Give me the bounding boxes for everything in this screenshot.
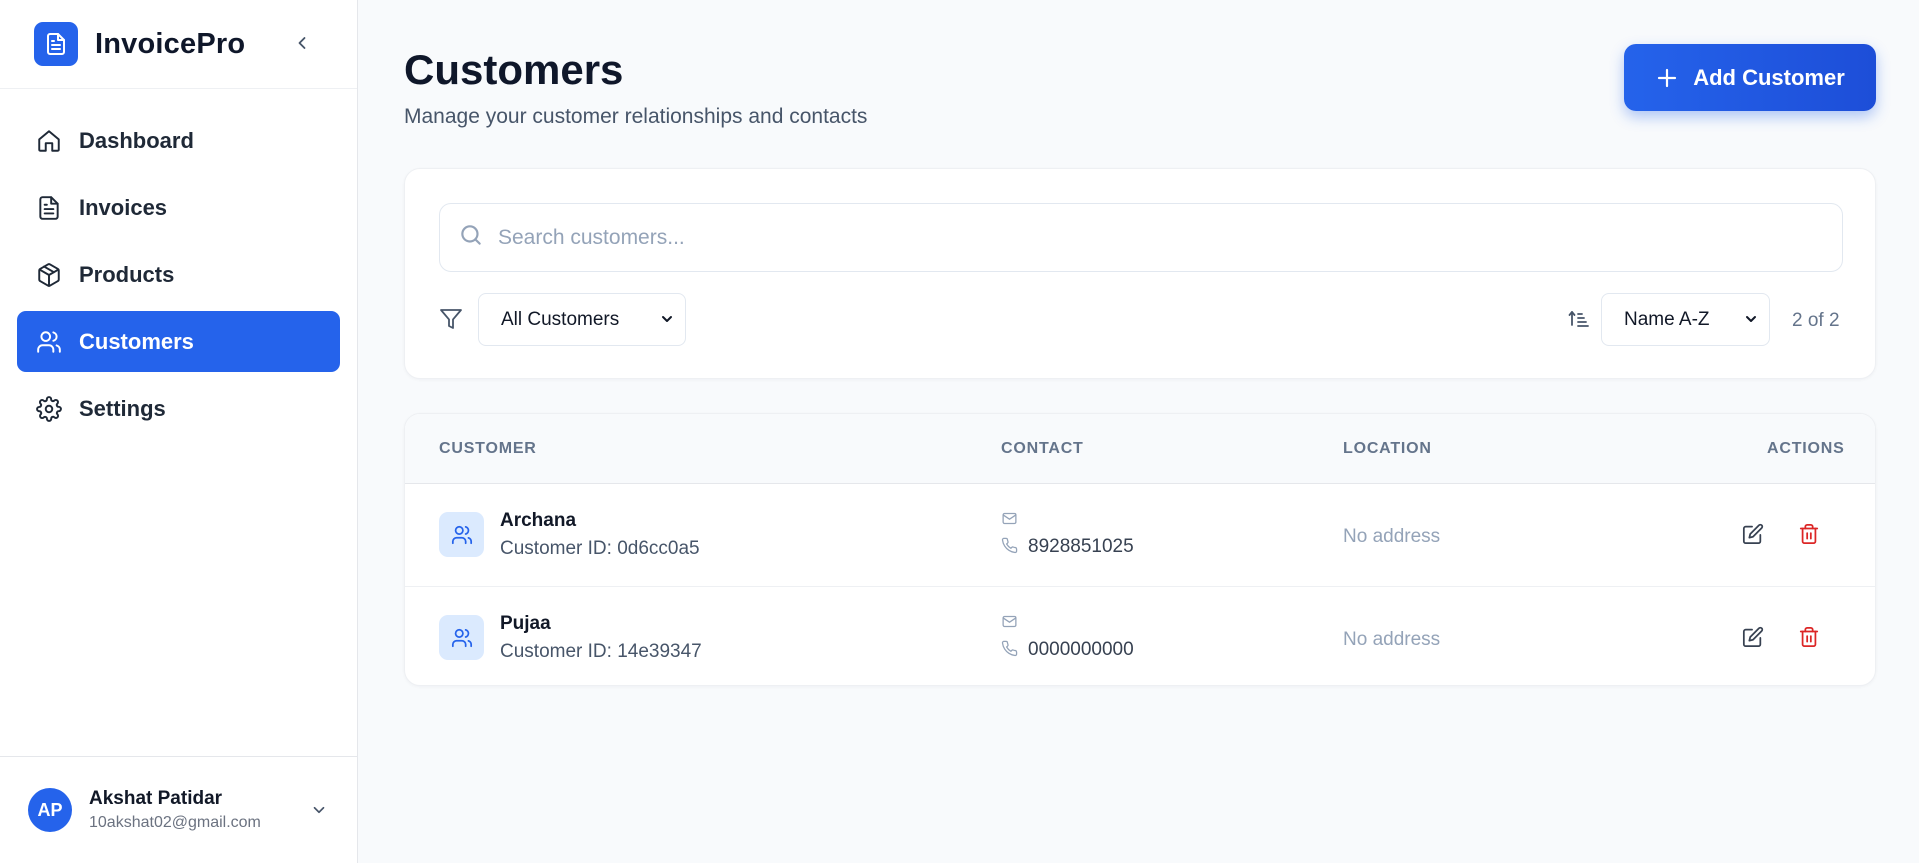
sidebar: InvoicePro Dashboard Invoices Products C…	[0, 0, 358, 863]
package-icon	[35, 261, 63, 289]
column-header-contact: CONTACT	[1001, 440, 1084, 457]
edit-customer-button[interactable]	[1740, 624, 1766, 650]
gear-icon	[35, 395, 63, 423]
delete-customer-button[interactable]	[1796, 624, 1822, 650]
file-text-icon	[35, 194, 63, 222]
chevron-down-icon	[313, 806, 325, 814]
column-header-actions: ACTIONS	[1767, 440, 1845, 457]
user-menu[interactable]: AP Akshat Patidar 10akshat02@gmail.com	[0, 756, 357, 863]
page-subtitle: Manage your customer relationships and c…	[404, 105, 868, 128]
column-header-location: LOCATION	[1343, 440, 1432, 457]
search-input[interactable]	[498, 225, 1798, 250]
mail-icon	[1001, 510, 1018, 532]
user-info: Akshat Patidar 10akshat02@gmail.com	[89, 788, 261, 832]
customer-name: Pujaa	[500, 613, 551, 634]
sort-value: Name A-Z	[1624, 308, 1710, 330]
customer-location: No address	[1343, 526, 1441, 547]
table-header: CUSTOMER CONTACT LOCATION ACTIONS	[405, 414, 1875, 484]
customers-table: CUSTOMER CONTACT LOCATION ACTIONS Archan…	[404, 413, 1876, 686]
chevron-down-icon	[659, 311, 675, 333]
page-title: Customers	[404, 46, 624, 93]
trash-icon	[1799, 523, 1819, 545]
sidebar-item-dashboard[interactable]: Dashboard	[17, 110, 340, 171]
sidebar-item-settings[interactable]: Settings	[17, 378, 340, 439]
user-email: 10akshat02@gmail.com	[89, 814, 261, 831]
customer-name: Archana	[500, 510, 577, 531]
customer-phone: 0000000000	[1028, 639, 1134, 660]
mail-icon	[1001, 613, 1018, 635]
logo-file-icon	[34, 22, 78, 66]
customer-id: Customer ID: 14e39347	[500, 641, 702, 662]
chevron-down-icon	[1743, 311, 1759, 333]
avatar: AP	[28, 788, 72, 832]
customer-users-icon	[439, 512, 484, 557]
sidebar-item-label: Dashboard	[79, 127, 194, 153]
sidebar-item-label: Customers	[79, 328, 194, 354]
filter-icon	[439, 307, 463, 331]
table-row: Archana Customer ID: 0d6cc0a5 8928851025…	[405, 484, 1875, 586]
customer-phone: 8928851025	[1028, 536, 1134, 557]
users-icon	[35, 328, 63, 356]
search-box[interactable]	[439, 203, 1843, 272]
brand: InvoicePro	[0, 0, 357, 89]
result-count: 2 of 2	[1792, 310, 1840, 331]
sidebar-item-label: Invoices	[79, 194, 168, 220]
collapse-sidebar-button[interactable]	[287, 28, 317, 58]
chevron-left-icon	[298, 37, 306, 49]
customer-location: No address	[1343, 629, 1441, 650]
app-name: InvoicePro	[95, 27, 246, 60]
add-customer-button[interactable]: Add Customer	[1624, 44, 1876, 111]
edit-customer-button[interactable]	[1740, 521, 1766, 547]
customer-id: Customer ID: 0d6cc0a5	[500, 538, 700, 559]
sidebar-item-label: Settings	[79, 395, 166, 421]
sort-select[interactable]: Name A-Z	[1601, 293, 1770, 346]
sidebar-item-products[interactable]: Products	[17, 244, 340, 305]
add-customer-label: Add Customer	[1693, 64, 1845, 90]
user-name: Akshat Patidar	[89, 788, 223, 809]
sidebar-item-customers[interactable]: Customers	[17, 311, 340, 372]
sidebar-nav: Dashboard Invoices Products Customers Se…	[0, 110, 357, 439]
plus-icon	[1655, 66, 1679, 90]
phone-icon	[1001, 537, 1018, 559]
delete-customer-button[interactable]	[1796, 521, 1822, 547]
phone-icon	[1001, 640, 1018, 662]
customer-type-value: All Customers	[501, 308, 620, 330]
filter-panel: All Customers Name A-Z 2 of 2	[404, 168, 1876, 379]
home-icon	[35, 127, 63, 155]
search-icon	[458, 222, 484, 253]
sort-ascending-icon	[1568, 307, 1592, 331]
sidebar-item-invoices[interactable]: Invoices	[17, 177, 340, 238]
table-row: Pujaa Customer ID: 14e39347 0000000000 N…	[405, 586, 1875, 685]
user-menu-toggle[interactable]	[306, 797, 332, 823]
trash-icon	[1799, 626, 1819, 648]
column-header-customer: CUSTOMER	[439, 440, 537, 457]
edit-icon	[1742, 523, 1764, 545]
edit-icon	[1742, 626, 1764, 648]
customer-users-icon	[439, 615, 484, 660]
customer-type-select[interactable]: All Customers	[478, 293, 686, 346]
sidebar-item-label: Products	[79, 261, 175, 287]
